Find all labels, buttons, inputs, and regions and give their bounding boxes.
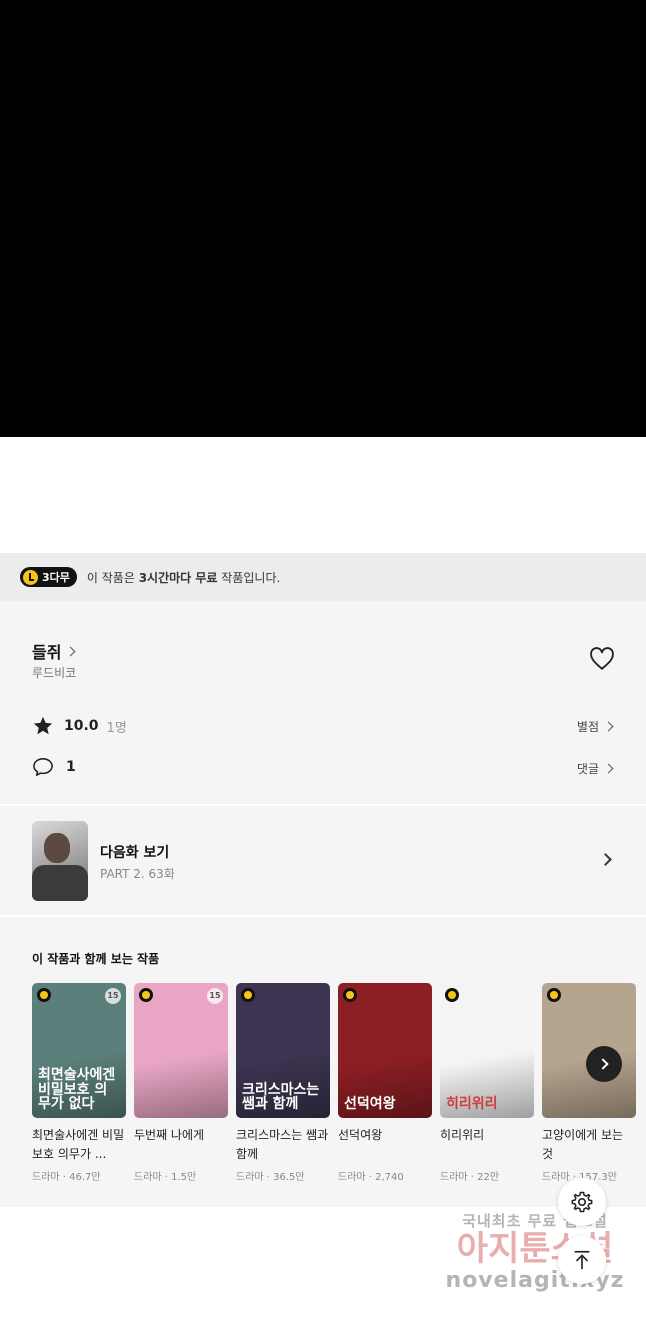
recommendation-meta: 드라마 · 2,740 (338, 1172, 404, 1183)
wait-free-icon (37, 988, 51, 1002)
comment-count: 1 (66, 759, 76, 775)
carousel-next-button[interactable] (586, 1046, 622, 1082)
recommendation-cover: 15 최면술사에겐 비밀보호 의무가 없다 (32, 983, 126, 1118)
cover-title-art: 크리스마스는 쌤과 함께 (242, 1081, 320, 1113)
recommendation-title: 크리스마스는 쌤과 함께 (236, 1128, 329, 1161)
chevron-right-icon (596, 1058, 609, 1070)
scroll-top-button[interactable] (558, 1236, 606, 1284)
recommendation-meta: 드라마 · 46.7만 (32, 1172, 101, 1183)
next-episode-number: PART 2. 63화 (100, 867, 175, 881)
recommendation-meta: 드라마 · 1.5만 (134, 1172, 197, 1183)
comment-row: 1 (32, 757, 76, 777)
wait-free-icon (343, 988, 357, 1002)
recommendation-card[interactable]: 고양이에게 보는 것 드라마 · 157.3만 (542, 983, 636, 1183)
recommendation-card[interactable]: 크리스마스는 쌤과 함께 크리스마스는 쌤과 함께 드라마 · 36.5만 (236, 983, 330, 1183)
recommendation-cover: 크리스마스는 쌤과 함께 (236, 983, 330, 1118)
recommendation-title: 선덕여왕 (338, 1128, 383, 1142)
notice-text: 이 작품은 3시간마다 무료 작품입니다. (86, 570, 281, 585)
age-rating-badge: 15 (207, 988, 223, 1004)
recommendation-list: 15 최면술사에겐 비밀보호 의무가 없다최면술사에겐 비밀보호 의무가 ... 드… (32, 983, 636, 1183)
wait-free-badge: 3다무 (20, 567, 77, 587)
recommendation-cover (542, 983, 636, 1118)
wait-free-icon (139, 988, 153, 1002)
rating-link[interactable]: 별점 (577, 718, 614, 735)
recommendation-card[interactable]: 히리위리 히리위리 드라마 · 22만 (440, 983, 534, 1183)
wait-free-icon (445, 988, 459, 1002)
gear-icon (571, 1191, 593, 1213)
recommendation-title: 히리위리 (440, 1128, 485, 1142)
recommendation-title: 고양이에게 보는 것 (542, 1128, 624, 1161)
rating-count: 1명 (106, 720, 127, 736)
chevron-right-icon (603, 721, 614, 732)
work-title-link[interactable]: 들쥐 (32, 639, 76, 663)
work-author: 루드비코 (32, 666, 77, 680)
cover-title-art: 최면술사에겐 비밀보호 의무가 없다 (38, 1066, 116, 1113)
cover-title-art: 히리위리 (446, 1096, 498, 1113)
recommendation-cover: 히리위리 (440, 983, 534, 1118)
cover-title-art: 선덕여왕 (344, 1096, 396, 1113)
work-title: 들쥐 (32, 643, 62, 662)
free-notice-bar: 3다무 이 작품은 3시간마다 무료 작품입니다. (0, 553, 646, 601)
wait-free-icon (547, 988, 561, 1002)
chevron-right-icon (599, 853, 612, 866)
star-icon (33, 716, 53, 735)
recommendation-card[interactable]: 15 두번째 나에게드라마 · 1.5만 (134, 983, 228, 1183)
recommendation-card[interactable]: 15 최면술사에겐 비밀보호 의무가 없다최면술사에겐 비밀보호 의무가 ... 드… (32, 983, 126, 1183)
recommendation-card[interactable]: 선덕여왕 선덕여왕 드라마 · 2,740 (338, 983, 432, 1183)
work-info-section: 들쥐 루드비코 10.0 1명 별점 1 댓글 (0, 601, 646, 804)
next-episode-label: 다음화 보기 (100, 845, 170, 861)
next-episode-thumbnail (32, 821, 88, 901)
recommendation-title: 두번째 나에게 (134, 1128, 205, 1142)
recommendation-cover: 선덕여왕 (338, 983, 432, 1118)
recommendation-section: 이 작품과 함께 보는 작품 15 최면술사에겐 비밀보호 의무가 없다최면술사에… (0, 917, 646, 1207)
comment-icon (33, 758, 53, 776)
clock-icon (23, 569, 38, 585)
heart-icon[interactable] (589, 647, 615, 671)
arrow-up-icon (574, 1250, 590, 1270)
recommendation-meta: 드라마 · 22만 (440, 1172, 500, 1183)
chevron-right-icon (603, 763, 614, 774)
wait-free-icon (241, 988, 255, 1002)
comments-link[interactable]: 댓글 (577, 760, 614, 777)
recommendation-title: 최면술사에겐 비밀보호 의무가 ... (32, 1128, 125, 1161)
next-episode-button[interactable]: 다음화 보기 PART 2. 63화 (0, 806, 646, 915)
age-rating-badge: 15 (105, 988, 121, 1004)
recommendation-meta: 드라마 · 36.5만 (236, 1172, 305, 1183)
recommendation-cover: 15 (134, 983, 228, 1118)
episode-image-area (0, 0, 646, 437)
rating-score: 10.0 (64, 718, 99, 734)
settings-button[interactable] (558, 1178, 606, 1226)
rating-row: 10.0 1명 (32, 715, 127, 737)
chevron-right-icon (66, 646, 76, 656)
recommendation-heading: 이 작품과 함께 보는 작품 (32, 952, 160, 966)
badge-label: 3다무 (42, 571, 70, 584)
